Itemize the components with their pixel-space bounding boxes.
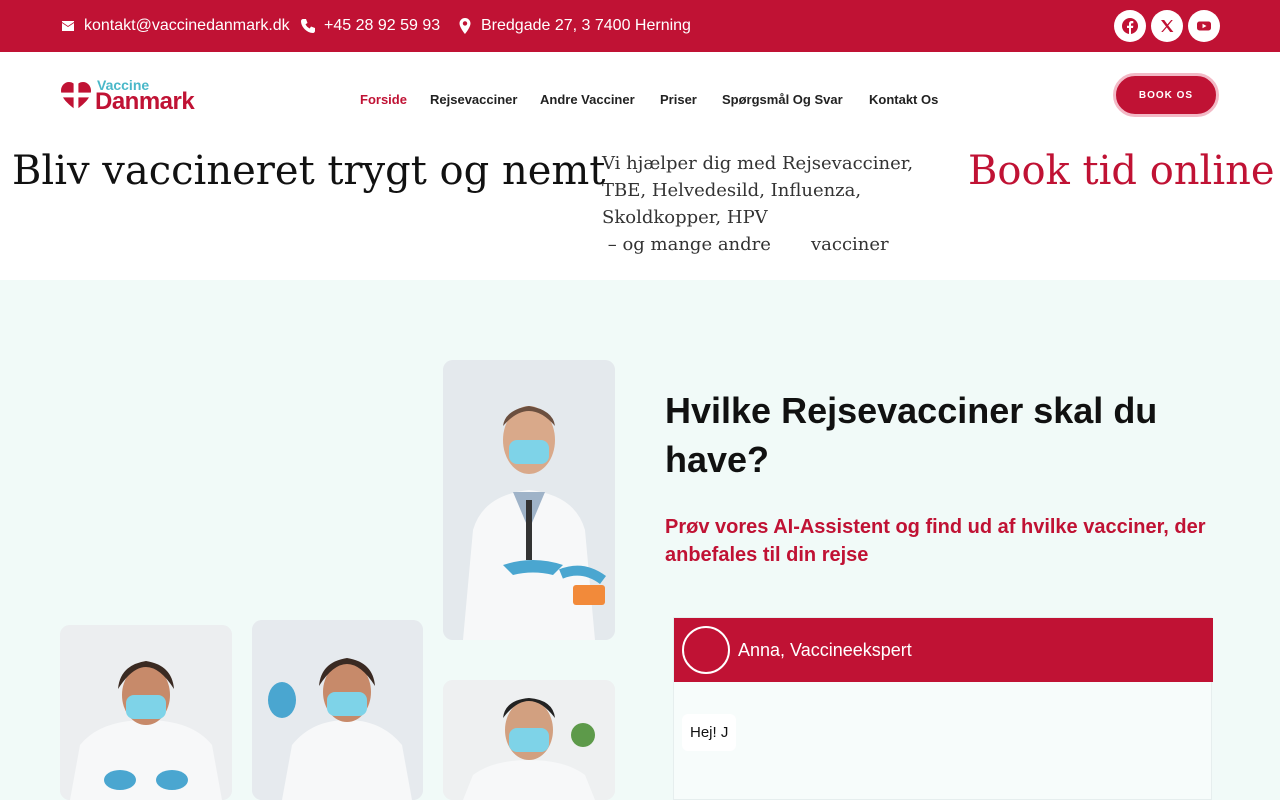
desc-line: Vi hjælper dig med Rejsevacciner, bbox=[602, 153, 914, 174]
phone-text: +45 28 92 59 93 bbox=[324, 17, 441, 34]
site-header: Vaccine Danmark Forside Rejsevacciner An… bbox=[0, 52, 1280, 140]
nav-kontakt-os[interactable]: Kontakt Os bbox=[869, 52, 938, 146]
nav-forside[interactable]: Forside bbox=[360, 52, 407, 146]
top-bar: kontakt@vaccinedanmark.dk +45 28 92 59 9… bbox=[0, 0, 1280, 52]
chat-message-bubble: Hej! J bbox=[682, 714, 737, 751]
address-text: Bredgade 27, 3 7400 Herning bbox=[481, 17, 691, 34]
chat-avatar bbox=[682, 626, 730, 674]
youtube-button[interactable] bbox=[1188, 10, 1220, 42]
x-icon bbox=[1161, 20, 1174, 32]
book-online-link[interactable]: Book tid online bbox=[968, 148, 1275, 194]
desc-line: Skoldkopper, HPV bbox=[602, 207, 768, 228]
facebook-button[interactable] bbox=[1114, 10, 1146, 42]
email-text: kontakt@vaccinedanmark.dk bbox=[84, 17, 290, 34]
section-subtitle: Prøv vores AI-Assistent og find ud af hv… bbox=[665, 516, 1206, 566]
logo[interactable]: Vaccine Danmark bbox=[60, 77, 210, 115]
facebook-icon bbox=[1122, 18, 1138, 34]
location-pin-icon bbox=[459, 18, 471, 34]
chat-agent-name: Anna, Vaccineekspert bbox=[738, 639, 912, 660]
desc-line: TBE, Helvedesild, Influenza, bbox=[602, 180, 862, 201]
nav-andre-vacciner[interactable]: Andre Vacciner bbox=[540, 52, 635, 146]
logo-big-text: Danmark bbox=[95, 88, 195, 115]
email-link[interactable]: kontakt@vaccinedanmark.dk bbox=[60, 0, 290, 52]
book-os-button[interactable]: BOOK OS bbox=[1113, 73, 1219, 117]
doctor-photo-female-1 bbox=[60, 625, 232, 800]
doctor-photo-female-2 bbox=[252, 620, 423, 800]
nav-rejsevacciner[interactable]: Rejsevacciner bbox=[430, 52, 517, 146]
address-link[interactable]: Bredgade 27, 3 7400 Herning bbox=[457, 0, 691, 52]
phone-link[interactable]: +45 28 92 59 93 bbox=[300, 0, 440, 52]
doctor-photo-male-pills bbox=[443, 360, 615, 640]
section-title: Hvilke Rejsevacciner skal du have? bbox=[665, 390, 1158, 480]
x-button[interactable] bbox=[1151, 10, 1183, 42]
phone-icon bbox=[301, 19, 315, 33]
doctor-photo-male-2 bbox=[443, 680, 615, 800]
envelope-icon bbox=[62, 21, 74, 31]
desc-line: – og mange andre vacciner bbox=[602, 234, 889, 255]
ai-chat-widget[interactable]: Anna, Vaccineekspert Hej! J bbox=[673, 617, 1213, 800]
chat-header: Anna, Vaccineekspert bbox=[674, 618, 1213, 682]
hero-headline: Bliv vaccineret trygt og nemt bbox=[12, 148, 606, 194]
youtube-icon bbox=[1197, 21, 1211, 31]
nav-faq[interactable]: Spørgsmål Og Svar bbox=[722, 52, 843, 146]
heart-logo-icon bbox=[61, 82, 91, 110]
nav-priser[interactable]: Priser bbox=[660, 52, 697, 146]
hero-description: Vi hjælper dig med Rejsevacciner, TBE, H… bbox=[602, 150, 932, 258]
